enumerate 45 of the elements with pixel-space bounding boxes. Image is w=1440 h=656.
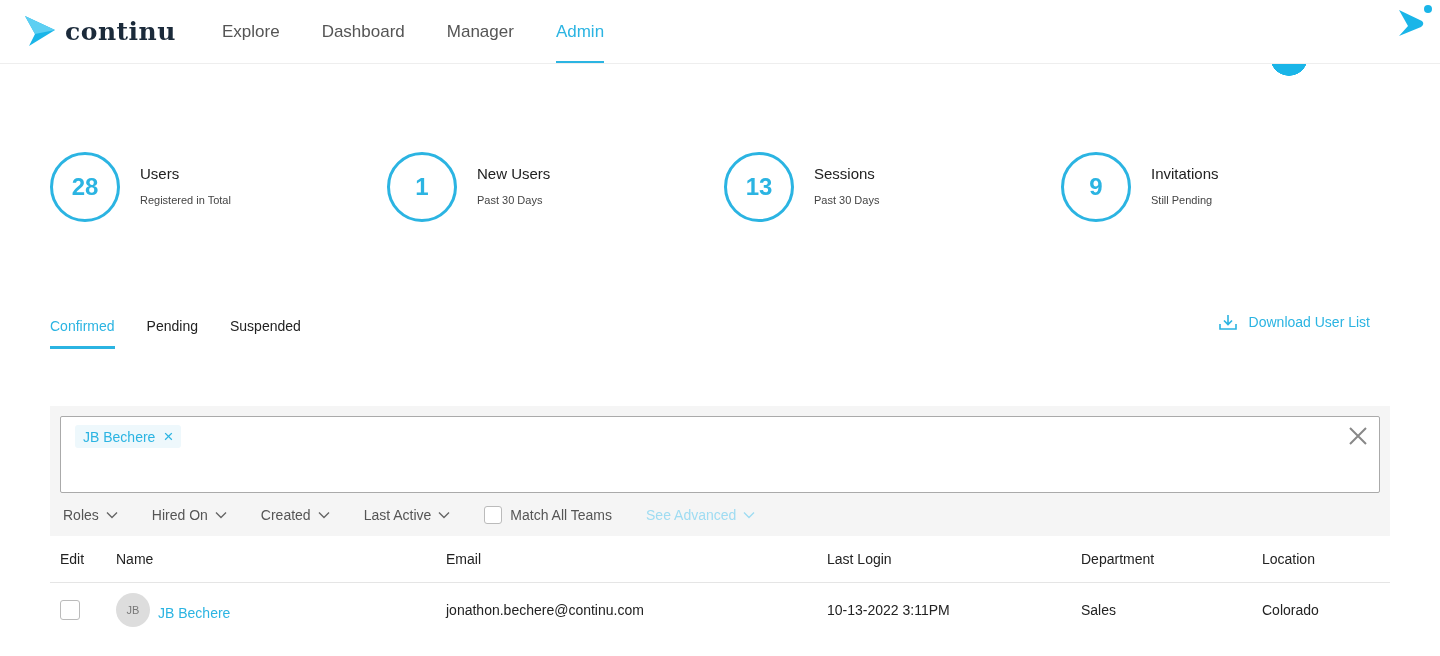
table-cell-text: Sales xyxy=(1081,602,1118,618)
stat-label: New Users xyxy=(477,164,551,182)
tab[interactable]: Suspended xyxy=(230,318,301,349)
tab[interactable]: Pending xyxy=(146,318,198,349)
nav-tab[interactable]: Manager xyxy=(446,0,514,63)
download-icon xyxy=(1218,314,1237,330)
column-header: Last Login xyxy=(827,551,893,567)
caret-icon xyxy=(214,510,227,519)
stat-label: Sessions xyxy=(814,164,876,182)
checkbox[interactable] xyxy=(484,505,503,524)
stat-sublabel: Past 30 Days xyxy=(814,193,880,206)
column-header: Edit xyxy=(60,551,86,567)
table-cell-text: Colorado xyxy=(1262,602,1320,618)
stat-sublabel: Still Pending xyxy=(1151,193,1214,206)
filter-dropdown[interactable]: Hired On xyxy=(151,506,227,523)
column-header: Department xyxy=(1081,551,1156,567)
filter-dropdown[interactable]: Last Active xyxy=(363,506,451,523)
checkbox-label: Match All Teams xyxy=(510,506,612,523)
stat-circle: 13 xyxy=(724,152,794,222)
nav-tab[interactable]: Dashboard xyxy=(321,0,405,63)
table-cell-text: 10-13-2022 3:11PM xyxy=(827,602,951,618)
stat-circle: 28 xyxy=(50,152,120,222)
table-cell-text: jonathon.bechere@continu.com xyxy=(446,602,645,618)
caret-icon xyxy=(743,510,756,519)
column-header: Email xyxy=(446,551,482,567)
stat-label: Invitations xyxy=(1151,164,1219,182)
close-icon[interactable] xyxy=(1349,427,1367,445)
filter-dropdown[interactable]: Roles xyxy=(63,506,118,523)
nav-tab[interactable]: Explore xyxy=(222,0,280,63)
stat-sublabel: Past 30 Days xyxy=(477,193,544,206)
caret-icon xyxy=(438,510,451,519)
caret-icon xyxy=(105,510,118,519)
logo-text: continu xyxy=(65,17,176,46)
filter-dropdown[interactable]: Created xyxy=(260,506,330,523)
column-header: Name xyxy=(116,551,155,567)
chip-label: JB Bechere xyxy=(83,428,156,445)
caret-icon xyxy=(317,510,330,519)
stat-circle: 9 xyxy=(1061,152,1131,222)
row-checkbox[interactable] xyxy=(60,600,80,620)
stat-label: Users xyxy=(140,164,181,182)
logo-icon xyxy=(25,15,57,48)
column-header: Location xyxy=(1262,551,1316,567)
stat-sublabel: Registered in Total xyxy=(140,193,231,206)
avatar: JB xyxy=(116,593,150,627)
stat-circle: 1 xyxy=(387,152,457,222)
